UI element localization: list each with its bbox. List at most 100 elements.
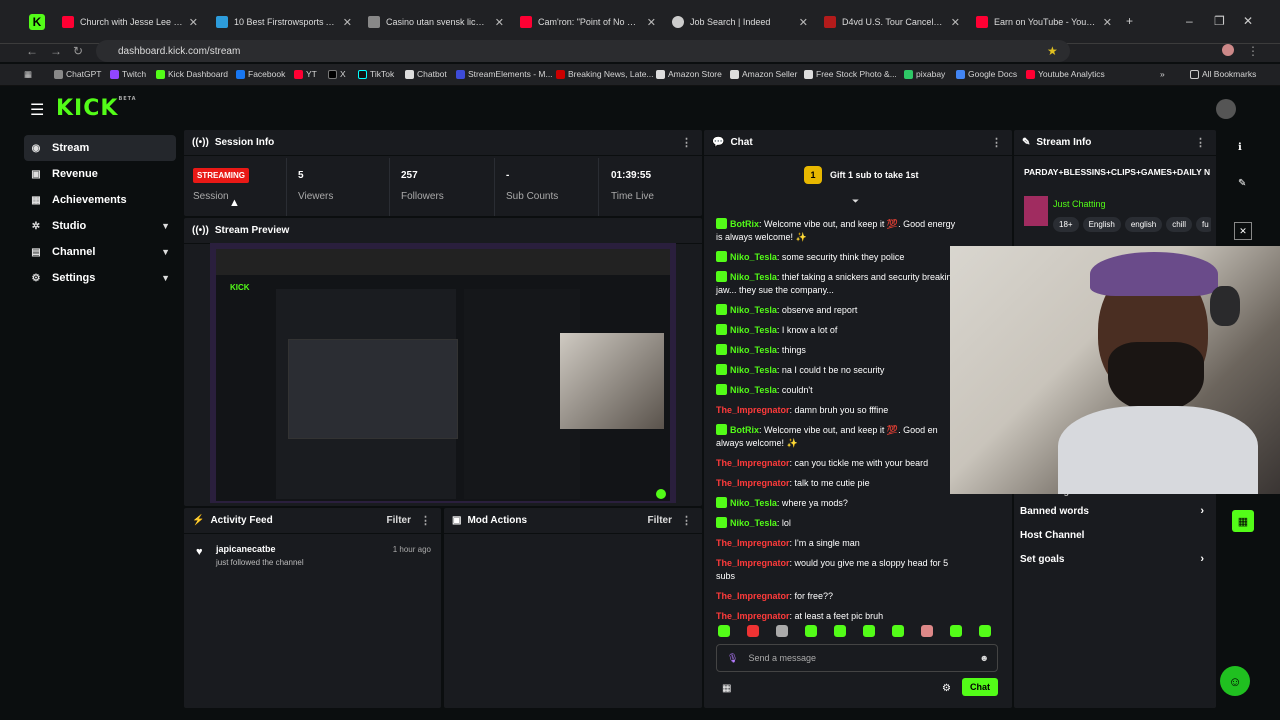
chat-username[interactable]: Niko_Tesla [730,325,777,335]
support-chat-icon[interactable]: ☺ [1220,666,1250,696]
more-options-icon[interactable]: ⋮ [1195,136,1206,149]
gear-icon[interactable]: ⚙ [942,683,951,694]
close-icon[interactable]: ✕ [343,16,352,29]
pencil-icon[interactable]: ✎ [1238,178,1246,189]
chat-username[interactable]: The_Impregnator [716,558,790,568]
sidebar-item-stream[interactable]: ◉ Stream [24,135,176,161]
browser-tab[interactable]: Casino utan svensk licens Swis✕ [360,8,512,36]
chat-username[interactable]: The_Impregnator [716,478,790,488]
bookmark-item[interactable]: Breaking News, Late... [556,69,654,79]
close-icon[interactable]: ✕ [1234,222,1252,240]
info-icon[interactable]: ℹ [1238,142,1242,153]
bookmark-item[interactable]: Kick Dashboard [156,69,228,79]
close-icon[interactable]: ✕ [799,16,808,29]
sidebar-item-channel[interactable]: ▤ Channel ▼ [24,239,176,265]
bookmark-item[interactable]: Amazon Store [656,69,722,79]
minimize-icon[interactable]: – [1186,14,1193,28]
more-options-icon[interactable]: ⋮ [420,514,431,527]
chat-username[interactable]: The_Impregnator [716,458,790,468]
browser-tab[interactable]: Cam'ron: "Point of No Return"✕ [512,8,664,36]
browser-tab[interactable]: Earn on YouTube - YouTube St✕ [968,8,1120,36]
bookmark-item[interactable]: TikTok [358,69,394,79]
browser-menu-icon[interactable]: ⋮ [1247,44,1259,58]
close-icon[interactable]: ✕ [495,16,504,29]
filter-button[interactable]: Filter [648,515,672,526]
chat-input[interactable]: 🎙 Send a message ☻ [716,644,998,672]
browser-tab[interactable]: 10 Best Firstrowsports Alternati✕ [208,8,360,36]
bookmark-item[interactable]: Youtube Analytics [1026,69,1105,79]
kick-logo[interactable]: KICKBETA [56,96,137,121]
bookmark-item[interactable]: YT [294,69,317,79]
sidebar-item-settings[interactable]: ⚙ Settings ▼ [24,265,176,291]
chat-username[interactable]: Niko_Tesla [730,518,777,528]
filter-button[interactable]: Filter [387,515,411,526]
more-bookmarks-icon[interactable]: » [1160,69,1165,79]
more-options-icon[interactable]: ⋮ [681,514,692,527]
chat-username[interactable]: The_Impregnator [716,405,790,415]
emote-icon[interactable] [950,625,962,637]
setting-row[interactable]: Banned words › [1020,499,1210,523]
url-field[interactable]: dashboard.kick.com/stream [96,40,1070,62]
close-icon[interactable]: ✕ [951,16,960,29]
browser-tab[interactable]: Job Search | Indeed ✕ [664,8,816,36]
browser-tab[interactable]: Church with Jesse Lee Peterson✕ [54,8,206,36]
activity-user[interactable]: japicanecatbe [216,544,276,554]
chat-username[interactable]: The_Impregnator [716,591,790,601]
all-bookmarks[interactable]: All Bookmarks [1190,69,1256,79]
emote-icon[interactable] [863,625,875,637]
bookmark-item[interactable]: Free Stock Photo &... [804,69,897,79]
gift-sub-banner[interactable]: 1 Gift 1 sub to take 1st [804,166,919,184]
chat-username[interactable]: Niko_Tesla [730,272,777,282]
setting-row[interactable]: Host Channel [1020,523,1210,547]
setting-row[interactable]: Set goals › [1020,547,1210,571]
new-tab-icon[interactable]: + [1126,14,1133,28]
emote-icon[interactable] [776,625,788,637]
emote-icon[interactable] [834,625,846,637]
close-icon[interactable]: ✕ [189,16,198,29]
avatar[interactable] [1216,99,1236,119]
back-icon[interactable]: ← [26,44,38,58]
bookmark-item[interactable]: StreamElements - M... [456,69,553,79]
more-options-icon[interactable]: ⋮ [991,136,1002,149]
bookmark-item[interactable]: pixabay [904,69,945,79]
chat-username[interactable]: The_Impregnator [716,538,790,548]
bookmark-item[interactable]: Twitch [110,69,146,79]
bookmark-item[interactable]: Chatbot [405,69,447,79]
bookmark-item[interactable]: Facebook [236,69,285,79]
bookmark-item[interactable]: Amazon Seller [730,69,797,79]
close-window-icon[interactable]: ✕ [1243,14,1253,28]
chat-username[interactable]: BotRix [730,425,759,435]
profile-avatar-icon[interactable] [1222,44,1234,56]
emote-icon[interactable] [892,625,904,637]
stream-preview-video[interactable]: KICK [210,243,676,503]
gift-icon[interactable]: ▦ [722,683,731,694]
emote-icon[interactable] [921,625,933,637]
bookmark-item[interactable]: ChatGPT [54,69,101,79]
microphone-icon[interactable]: 🎙 [727,653,738,664]
chat-username[interactable]: Niko_Tesla [730,498,777,508]
pin-chevron-icon[interactable]: ⏷ [852,196,859,207]
close-icon[interactable]: ✕ [647,16,656,29]
emote-icon[interactable] [747,625,759,637]
apps-grid-icon[interactable]: ▦ [24,69,32,80]
menu-icon[interactable]: ☰ [30,100,44,120]
sidebar-item-achievements[interactable]: ▦ Achievements [24,187,176,213]
forward-icon[interactable]: → [50,44,62,58]
more-options-icon[interactable]: ⋮ [681,136,692,149]
bookmark-star-icon[interactable]: ★ [1047,44,1058,58]
bookmark-item[interactable]: Google Docs [956,69,1017,79]
chat-username[interactable]: Niko_Tesla [730,345,777,355]
emote-icon[interactable] [979,625,991,637]
chat-username[interactable]: Niko_Tesla [730,385,777,395]
maximize-icon[interactable]: ❐ [1214,14,1225,28]
chat-username[interactable]: Niko_Tesla [730,252,777,262]
sidebar-item-revenue[interactable]: ▣ Revenue [24,161,176,187]
browser-tab[interactable]: D4vd U.S. Tour Canceled in Wa✕ [816,8,968,36]
emoji-icon[interactable]: ☻ [980,653,989,663]
emote-icon[interactable] [805,625,817,637]
bookmark-item[interactable]: X [328,69,346,79]
chat-username[interactable]: The_Impregnator [716,611,790,621]
send-chat-button[interactable]: Chat [962,678,998,696]
close-icon[interactable]: ✕ [1103,16,1112,29]
kick-tab-icon[interactable]: K [29,14,45,30]
